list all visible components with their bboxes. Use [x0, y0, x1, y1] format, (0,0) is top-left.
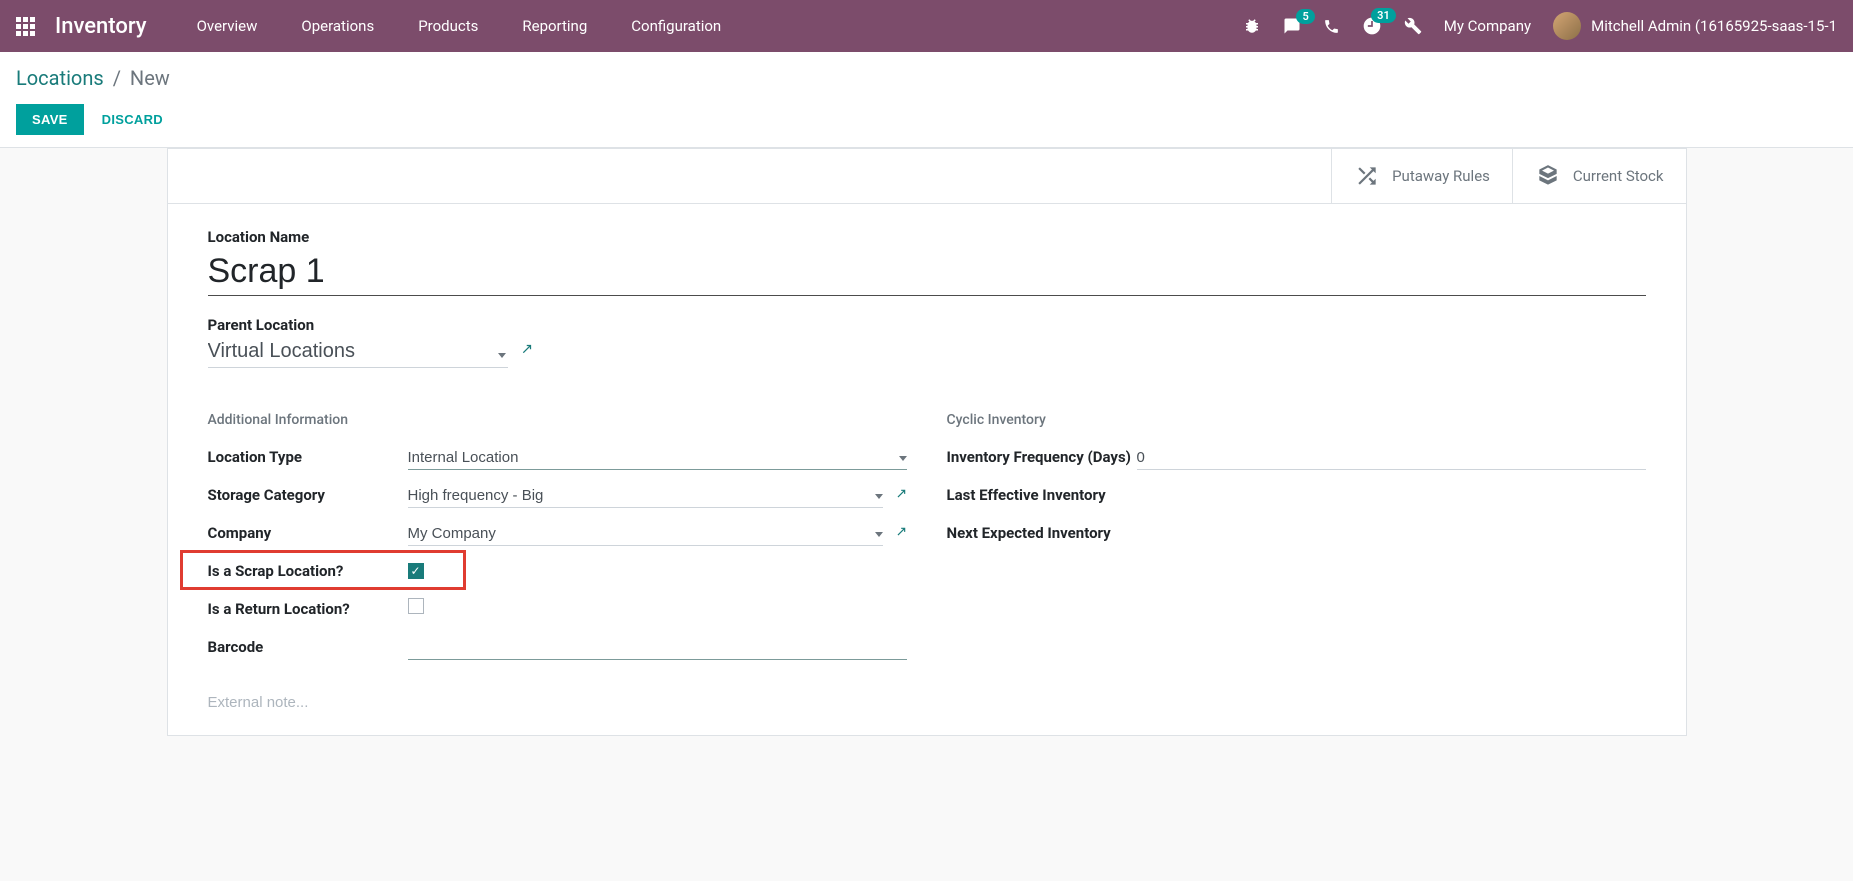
- topbar: Inventory Overview Operations Products R…: [0, 0, 1853, 52]
- caret-down-icon[interactable]: [875, 494, 883, 499]
- location-type-label: Location Type: [208, 446, 408, 466]
- putaway-rules-button[interactable]: Putaway Rules: [1331, 149, 1512, 203]
- external-note-input[interactable]: [208, 694, 1646, 711]
- additional-info-section: Additional Information Location Type Sto…: [208, 412, 907, 674]
- company-label: Company: [208, 522, 408, 542]
- return-location-checkbox[interactable]: [408, 598, 424, 614]
- breadcrumb-sep: /: [113, 66, 121, 90]
- caret-down-icon[interactable]: [899, 456, 907, 461]
- activities-badge: 31: [1371, 8, 1396, 23]
- scrap-location-checkbox[interactable]: [408, 563, 424, 579]
- putaway-rules-label: Putaway Rules: [1392, 167, 1490, 185]
- breadcrumb: Locations / New: [16, 66, 1837, 90]
- phone-icon[interactable]: [1323, 18, 1340, 35]
- messages-badge: 5: [1296, 9, 1314, 24]
- current-stock-label: Current Stock: [1573, 167, 1664, 185]
- external-link-icon[interactable]: [518, 343, 533, 362]
- breadcrumb-current: New: [130, 66, 170, 90]
- main-menu: Overview Operations Products Reporting C…: [179, 9, 740, 43]
- location-type-select[interactable]: [408, 446, 907, 470]
- discard-button[interactable]: DISCARD: [90, 104, 175, 135]
- scrap-location-label: Is a Scrap Location?: [208, 560, 408, 580]
- avatar: [1553, 12, 1581, 40]
- stat-button-box: Putaway Rules Current Stock: [168, 149, 1686, 204]
- barcode-input[interactable]: [408, 636, 907, 660]
- menu-reporting[interactable]: Reporting: [504, 9, 605, 43]
- bug-icon[interactable]: [1243, 17, 1261, 35]
- location-name-input[interactable]: [208, 248, 1646, 296]
- menu-products[interactable]: Products: [400, 9, 496, 43]
- caret-down-icon[interactable]: [875, 532, 883, 537]
- apps-icon[interactable]: [16, 17, 35, 36]
- parent-location-input[interactable]: [208, 336, 508, 368]
- breadcrumb-root[interactable]: Locations: [16, 66, 104, 90]
- parent-location-label: Parent Location: [208, 316, 1646, 334]
- form-sheet: Putaway Rules Current Stock Location Nam…: [167, 148, 1687, 736]
- cyclic-inventory-title: Cyclic Inventory: [947, 412, 1646, 428]
- shuffle-icon: [1354, 163, 1380, 189]
- save-button[interactable]: SAVE: [16, 104, 84, 135]
- company-select[interactable]: [408, 522, 883, 546]
- cyclic-inventory-section: Cyclic Inventory Inventory Frequency (Da…: [947, 412, 1646, 674]
- menu-configuration[interactable]: Configuration: [613, 9, 739, 43]
- user-name: Mitchell Admin (16165925-saas-15-1: [1591, 17, 1837, 35]
- tools-icon[interactable]: [1404, 17, 1422, 35]
- barcode-label: Barcode: [208, 636, 408, 656]
- user-menu[interactable]: Mitchell Admin (16165925-saas-15-1: [1553, 12, 1837, 40]
- inventory-frequency-label: Inventory Frequency (Days): [947, 446, 1137, 466]
- app-title[interactable]: Inventory: [55, 14, 147, 39]
- external-link-icon[interactable]: [893, 525, 907, 544]
- control-panel: Locations / New SAVE DISCARD: [0, 52, 1853, 148]
- return-location-label: Is a Return Location?: [208, 598, 408, 618]
- additional-info-title: Additional Information: [208, 412, 907, 428]
- next-expected-label: Next Expected Inventory: [947, 522, 1137, 542]
- current-stock-button[interactable]: Current Stock: [1512, 149, 1686, 203]
- messages-icon[interactable]: 5: [1283, 17, 1301, 35]
- boxes-icon: [1535, 163, 1561, 189]
- activities-icon[interactable]: 31: [1362, 16, 1382, 36]
- location-name-label: Location Name: [208, 228, 1646, 246]
- topbar-right: 5 31 My Company Mitchell Admin (16165925…: [1243, 12, 1837, 40]
- menu-operations[interactable]: Operations: [283, 9, 392, 43]
- inventory-frequency-input[interactable]: [1137, 446, 1646, 470]
- company-switcher[interactable]: My Company: [1444, 17, 1531, 35]
- menu-overview[interactable]: Overview: [179, 9, 276, 43]
- storage-category-select[interactable]: [408, 484, 883, 508]
- external-link-icon[interactable]: [893, 487, 907, 506]
- last-effective-label: Last Effective Inventory: [947, 484, 1137, 504]
- storage-category-label: Storage Category: [208, 484, 408, 504]
